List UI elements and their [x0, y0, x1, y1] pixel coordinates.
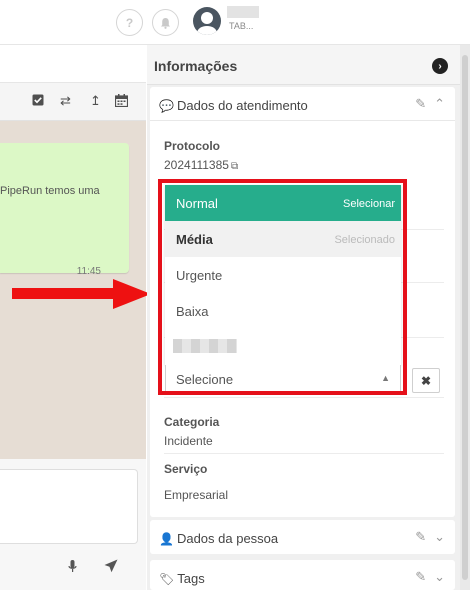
user-subtitle: TAB... [229, 21, 254, 31]
chat-header [0, 45, 146, 83]
message-input[interactable] [0, 469, 138, 544]
service-value: Empresarial [164, 488, 229, 502]
chat-toolbar: ⇄ ↥ [0, 83, 146, 121]
chevron-up-icon[interactable]: ⌃ [434, 96, 445, 111]
protocol-value: 2024111385 [164, 158, 229, 172]
person-card: 👤 Dados da pessoa ✎ ⌄ [150, 520, 455, 554]
protocol-label: Protocolo [164, 139, 220, 153]
annotation-arrow-head [113, 279, 151, 309]
tags-card: 🏷 Tags ✎ ⌄ [150, 560, 455, 590]
annotation-arrow-shaft [12, 288, 122, 299]
person-card-header[interactable]: 👤 Dados da pessoa ✎ ⌄ [150, 520, 455, 554]
comments-icon: 💬 [159, 99, 174, 113]
chevron-down-icon[interactable]: ⌄ [434, 529, 445, 544]
level-up-icon[interactable]: ↥ [90, 94, 101, 108]
category-label: Categoria [164, 415, 220, 429]
chat-message-text: PipeRun temos uma [0, 185, 100, 197]
scrollbar-thumb[interactable] [462, 55, 468, 580]
attendance-title: Dados do atendimento [176, 98, 308, 113]
person-title: Dados da pessoa [176, 531, 279, 546]
check-square-icon[interactable] [32, 94, 44, 106]
chevron-down-icon[interactable]: ⌄ [434, 569, 445, 584]
close-icon: ✖ [420, 373, 432, 388]
annotation-highlight-box [158, 179, 407, 395]
question-icon: ? [125, 15, 134, 30]
top-bar: ? TAB... [0, 0, 470, 45]
category-value: Incidente [164, 434, 213, 448]
divider [164, 397, 444, 398]
user-avatar[interactable] [193, 7, 221, 35]
chat-message-bubble[interactable]: PipeRun temos uma 11:45 [0, 143, 129, 277]
info-title: Informações [154, 58, 238, 74]
divider [164, 453, 444, 454]
user-name-redacted [227, 6, 259, 18]
help-button[interactable]: ? [116, 9, 143, 36]
pencil-icon[interactable]: ✎ [415, 529, 426, 544]
service-label: Serviço [164, 462, 208, 476]
user-icon: 👤 [159, 532, 174, 546]
scrollbar[interactable] [460, 45, 470, 590]
calendar-icon[interactable] [115, 94, 128, 107]
chat-panel: ⇄ ↥ PipeRun temos uma 11:45 [0, 45, 146, 590]
tag-icon: 🏷 [159, 572, 175, 586]
pencil-icon[interactable]: ✎ [415, 96, 426, 111]
microphone-icon[interactable] [68, 560, 77, 573]
attendance-card-header[interactable]: 💬 Dados do atendimento ✎ ⌃ [150, 87, 455, 121]
pencil-icon[interactable]: ✎ [415, 569, 426, 584]
bell-icon [161, 17, 170, 29]
copy-icon[interactable]: ⧉ [231, 161, 238, 172]
chevron-right-circle-icon[interactable]: › [432, 58, 448, 74]
notifications-button[interactable] [152, 9, 179, 36]
clear-selection-button[interactable]: ✖ [412, 368, 440, 393]
tags-card-header[interactable]: 🏷 Tags ✎ ⌄ [150, 560, 455, 590]
tags-title: Tags [177, 571, 205, 586]
info-header: Informações › [147, 45, 460, 85]
send-icon[interactable] [104, 559, 118, 573]
exchange-icon[interactable]: ⇄ [60, 94, 71, 108]
message-composer [0, 459, 146, 590]
chat-message-time: 11:45 [76, 266, 101, 277]
